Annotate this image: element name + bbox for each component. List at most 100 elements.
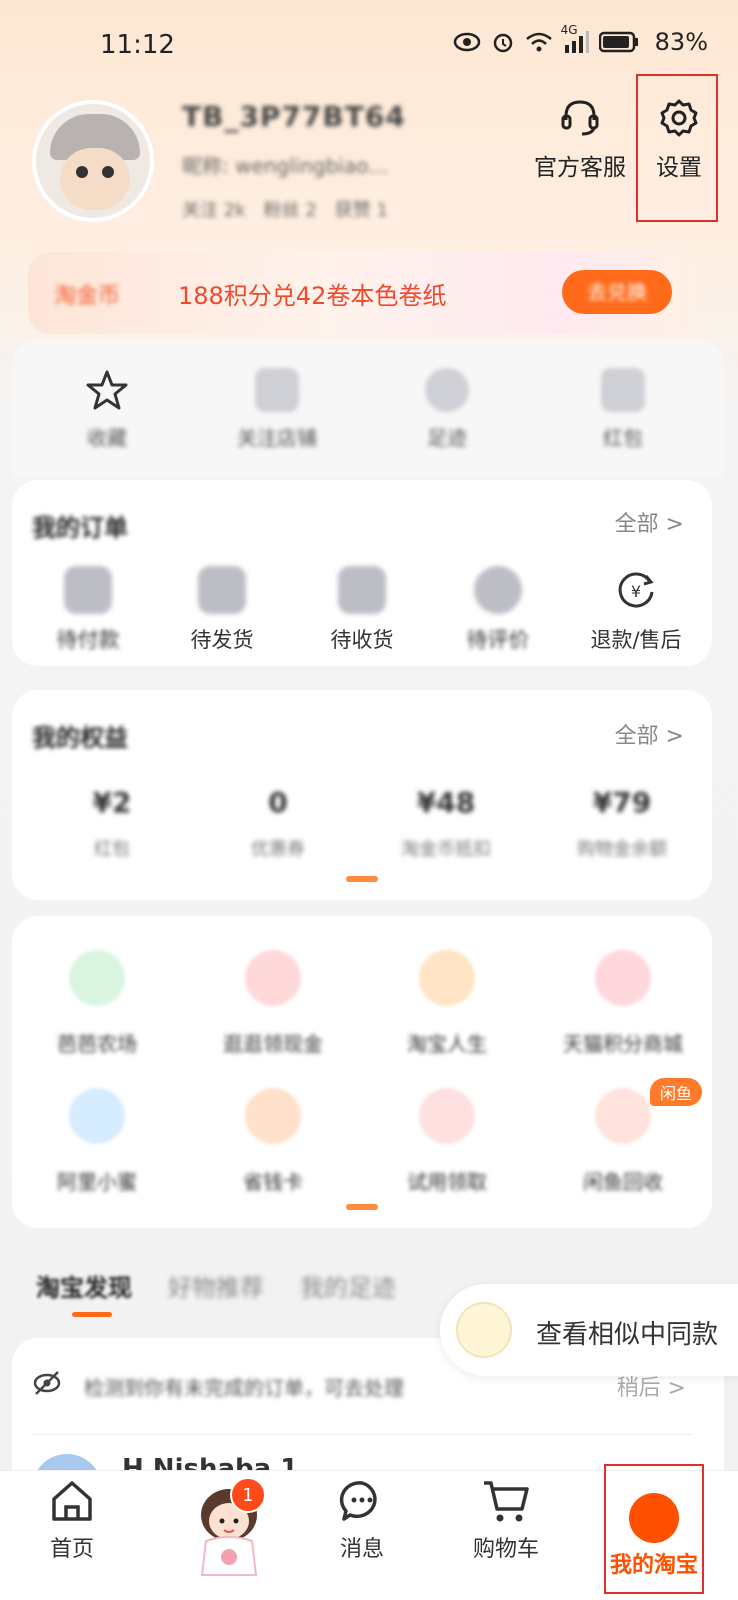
order-to-receive[interactable]: 待收货 bbox=[302, 566, 422, 654]
status-time: 11:12 bbox=[100, 30, 175, 60]
service-label: 淘宝人生 bbox=[407, 1032, 487, 1056]
assets-card: 我的权益 全部 > ¥2 红包 0 优惠券 ¥48 淘金币抵扣 ¥79 购物金余… bbox=[12, 690, 712, 900]
orders-card: 我的订单 全部 > 待付款 待发货 待收货 待评价 ¥ 退款/售后 bbox=[12, 480, 712, 666]
battery-icon bbox=[598, 31, 639, 53]
service-item[interactable]: 试用领取 bbox=[372, 1088, 522, 1195]
asset-item[interactable]: ¥48 淘金币抵扣 bbox=[376, 786, 516, 861]
xianyu-tag: 闲鱼 bbox=[649, 1078, 702, 1106]
feed-tabs: 淘宝发现 好物推荐 我的足迹 bbox=[36, 1268, 396, 1303]
order-refund[interactable]: ¥ 退款/售后 bbox=[576, 566, 696, 654]
nav-home[interactable]: 首页 bbox=[12, 1477, 132, 1563]
nav-cart-label: 购物车 bbox=[472, 1537, 539, 1562]
find-similar-pill[interactable]: 查看相似中同款 bbox=[440, 1284, 738, 1376]
farm-icon bbox=[69, 950, 125, 1006]
assets-title: 我的权益 bbox=[32, 724, 128, 752]
asset-value: ¥2 bbox=[92, 786, 132, 819]
stat-followers[interactable]: 粉丝 2 bbox=[264, 196, 317, 222]
quick-footprints[interactable]: 足迹 bbox=[382, 368, 512, 451]
cart-thumb-icon bbox=[456, 1302, 512, 1358]
service-label: 省钱卡 bbox=[243, 1170, 303, 1194]
service-item[interactable]: 淘宝人生 bbox=[372, 950, 522, 1057]
banner-text: 188积分兑42卷本色卷纸 bbox=[178, 282, 447, 310]
tab-recommend[interactable]: 好物推荐 bbox=[168, 1268, 264, 1303]
asset-label: 优惠券 bbox=[251, 839, 305, 860]
quick-favorites[interactable]: 收藏 bbox=[42, 368, 172, 451]
avatar[interactable] bbox=[32, 100, 154, 222]
quick-redpacket[interactable]: 红包 bbox=[558, 368, 688, 451]
banner-button-label: 去兑换 bbox=[587, 280, 647, 304]
page-indicator bbox=[346, 876, 378, 882]
tab-footprint[interactable]: 我的足迹 bbox=[300, 1268, 396, 1303]
service-item[interactable]: 逛逛领现金 bbox=[198, 950, 348, 1057]
tab-underline bbox=[72, 1312, 112, 1317]
nav-messages-label: 消息 bbox=[339, 1537, 384, 1562]
service-label: 试用领取 bbox=[407, 1170, 487, 1194]
profile-subline: 昵称: wenglingbiao… bbox=[182, 154, 389, 178]
orders-see-all-link[interactable]: 全部 > bbox=[615, 506, 684, 538]
service-item[interactable]: 省钱卡 bbox=[198, 1088, 348, 1195]
services-card: 芭芭农场 逛逛领现金 淘宝人生 天猫积分商城 阿里小蜜 省钱卡 试用领取 闲鱼回… bbox=[12, 916, 712, 1228]
service-item[interactable]: 芭芭农场 bbox=[22, 950, 172, 1057]
asset-item[interactable]: ¥2 红包 bbox=[42, 786, 182, 861]
order-label: 退款/售后 bbox=[590, 628, 682, 652]
settings-highlight-box bbox=[636, 74, 718, 222]
username[interactable]: TB_3P77BT64 bbox=[182, 100, 406, 133]
star-icon bbox=[85, 368, 129, 412]
notice-text: 检测到你有未完成的订单，可去处理 bbox=[84, 1376, 404, 1400]
quick-label: 关注店铺 bbox=[237, 426, 317, 450]
quick-followed-shops[interactable]: 关注店铺 bbox=[212, 368, 342, 451]
quick-label: 红包 bbox=[603, 426, 643, 450]
order-label: 待评价 bbox=[466, 628, 530, 652]
asset-value: ¥79 bbox=[592, 786, 652, 819]
battery-percent: 83% bbox=[654, 28, 708, 56]
stat-following[interactable]: 关注 2k bbox=[182, 196, 246, 222]
banner-redeem-button[interactable]: 去兑换 bbox=[562, 270, 672, 314]
comment-icon bbox=[474, 566, 522, 614]
nav-home-label: 首页 bbox=[49, 1537, 94, 1562]
wifi-icon bbox=[525, 31, 553, 53]
quick-links: 收藏 关注店铺 足迹 红包 bbox=[12, 340, 724, 476]
order-label: 待发货 bbox=[190, 628, 254, 652]
wallet-icon bbox=[64, 566, 112, 614]
asset-item[interactable]: 0 优惠券 bbox=[208, 786, 348, 861]
box-icon bbox=[198, 566, 246, 614]
customer-service-button[interactable]: 官方客服 bbox=[532, 96, 628, 182]
refund-icon: ¥ bbox=[612, 566, 660, 614]
nav-cart[interactable]: 购物车 bbox=[446, 1477, 566, 1563]
service-item[interactable]: 天猫积分商城 bbox=[548, 950, 698, 1057]
service-label: 阿里小蜜 bbox=[57, 1170, 137, 1194]
notification-badge: 1 bbox=[230, 1477, 266, 1513]
service-label: 天猫积分商城 bbox=[563, 1032, 683, 1056]
status-icons: 4G 83% bbox=[453, 23, 708, 56]
quick-label: 收藏 bbox=[87, 426, 127, 450]
order-to-review[interactable]: 待评价 bbox=[438, 566, 558, 654]
asset-value: 0 bbox=[268, 786, 288, 819]
stat-likes[interactable]: 获赞 1 bbox=[335, 196, 388, 222]
red-envelope-icon bbox=[245, 950, 301, 1006]
asset-item[interactable]: ¥79 购物金余额 bbox=[552, 786, 692, 861]
gift-icon bbox=[595, 950, 651, 1006]
signal-icon: 4G bbox=[561, 23, 589, 53]
service-item[interactable]: 阿里小蜜 bbox=[22, 1088, 172, 1195]
clock-icon bbox=[425, 368, 469, 412]
service-label: 芭芭农场 bbox=[57, 1032, 137, 1056]
service-label: 闲鱼回收 bbox=[583, 1170, 663, 1194]
alarm-icon bbox=[491, 30, 515, 54]
promo-banner[interactable]: 淘金币 188积分兑42卷本色卷纸 去兑换 bbox=[28, 252, 694, 334]
order-to-ship[interactable]: 待发货 bbox=[162, 566, 282, 654]
customer-service-label: 官方客服 bbox=[534, 155, 626, 181]
truck-icon bbox=[338, 566, 386, 614]
nav-messages[interactable]: 消息 bbox=[302, 1477, 422, 1563]
status-bar: 11:12 4G 83% bbox=[0, 0, 738, 92]
asset-label: 淘金币抵扣 bbox=[401, 839, 491, 860]
home-icon bbox=[12, 1477, 132, 1525]
divider bbox=[32, 1434, 692, 1435]
svg-text:¥: ¥ bbox=[631, 582, 641, 601]
profile-stats: 关注 2k 粉丝 2 获赞 1 bbox=[182, 196, 388, 222]
asset-value: ¥48 bbox=[416, 786, 476, 819]
tab-discover[interactable]: 淘宝发现 bbox=[36, 1268, 132, 1303]
robot-icon bbox=[69, 1088, 125, 1144]
assets-see-all-link[interactable]: 全部 > bbox=[615, 718, 684, 750]
network-type: 4G bbox=[560, 23, 578, 37]
order-pending-payment[interactable]: 待付款 bbox=[28, 566, 148, 654]
